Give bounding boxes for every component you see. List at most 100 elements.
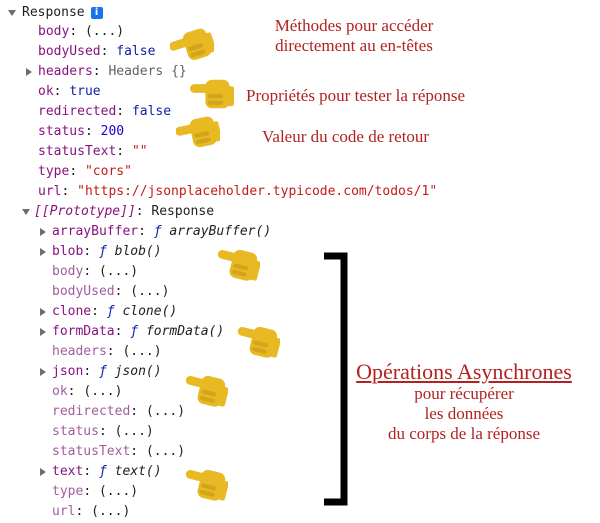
member-type[interactable]: type: (...) <box>52 482 138 502</box>
prop-value: "" <box>131 144 148 159</box>
annotation-methods-line2: directement au en-têtes <box>275 36 433 55</box>
expand-arrow-icon[interactable] <box>8 10 16 16</box>
expand-arrow-icon[interactable] <box>26 68 32 76</box>
prop-key: url <box>38 184 62 199</box>
prop-key: body <box>38 24 70 39</box>
member-redirected[interactable]: redirected: (...) <box>52 402 185 422</box>
prop-value: Headers {} <box>108 64 187 79</box>
member-url[interactable]: url: (...) <box>52 502 130 522</box>
prop-value: "https://jsonplaceholder.typicode.com/to… <box>77 184 438 199</box>
member-value: blob() <box>114 244 162 259</box>
member-value: json() <box>114 364 162 379</box>
prop-type[interactable]: type: "cors" <box>38 162 132 182</box>
member-blob[interactable]: blob: ƒ blob() <box>40 242 162 262</box>
prop-url[interactable]: url: "https://jsonplaceholder.typicode.c… <box>38 182 437 202</box>
member-value: (...) <box>145 404 186 419</box>
prop-key: status <box>38 124 85 139</box>
expand-arrow-icon[interactable] <box>22 209 30 215</box>
member-status[interactable]: status: (...) <box>52 422 154 442</box>
member-headers[interactable]: headers: (...) <box>52 342 162 362</box>
member-value: (...) <box>98 484 139 499</box>
pointing-hand-icon <box>184 466 228 502</box>
member-value: arrayBuffer() <box>169 224 272 239</box>
prop-body[interactable]: body: (...) <box>38 22 124 42</box>
member-key: status <box>52 424 99 439</box>
expand-arrow-icon[interactable] <box>40 308 46 316</box>
member-key: formData <box>52 324 115 339</box>
prototype-node[interactable]: [[Prototype]]: Response <box>22 202 214 222</box>
member-key: headers <box>52 344 107 359</box>
member-value: (...) <box>91 504 131 519</box>
function-glyph: ƒ <box>98 464 107 479</box>
member-value: (...) <box>98 264 139 279</box>
prop-key: bodyUsed <box>38 44 101 59</box>
function-glyph: ƒ <box>106 304 115 319</box>
member-key: type <box>52 484 84 499</box>
pointing-hand-icon <box>236 323 280 359</box>
annotation-methods: Méthodes pour accéder directement au en-… <box>246 16 462 56</box>
member-ok[interactable]: ok: (...) <box>52 382 122 402</box>
member-clone[interactable]: clone: ƒ clone() <box>40 302 177 322</box>
expand-arrow-icon[interactable] <box>40 248 46 256</box>
expand-arrow-icon[interactable] <box>40 228 46 236</box>
member-key: ok <box>52 384 68 399</box>
prop-redirected[interactable]: redirected: false <box>38 102 171 122</box>
member-key: arrayBuffer <box>52 224 139 239</box>
expand-arrow-icon[interactable] <box>40 368 46 376</box>
member-value: (...) <box>122 344 162 359</box>
annotation-async-title: Opérations Asynchrones <box>356 359 572 384</box>
prop-bodyUsed[interactable]: bodyUsed: false <box>38 42 155 62</box>
member-key: blob <box>52 244 84 259</box>
prop-key: statusText <box>38 144 117 159</box>
pointing-hand-icon <box>176 115 220 151</box>
member-key: statusText <box>52 444 131 459</box>
prop-statusText[interactable]: statusText: "" <box>38 142 148 162</box>
pointing-hand-icon <box>184 372 228 408</box>
member-value: (...) <box>145 444 186 459</box>
annotation-async: pour récupérer les données du corps de l… <box>374 384 554 444</box>
function-glyph: ƒ <box>153 224 162 239</box>
prop-key: headers <box>38 64 93 79</box>
prop-key: ok <box>38 84 54 99</box>
member-value: (...) <box>83 384 123 399</box>
annotation-async-line2: les données <box>424 404 504 423</box>
member-key: clone <box>52 304 92 319</box>
root-label: Response <box>22 5 85 20</box>
annotation-methods-line1: Méthodes pour accéder <box>274 16 434 35</box>
member-json[interactable]: json: ƒ json() <box>40 362 162 382</box>
annotation-status: Valeur du code de retour <box>262 127 430 146</box>
annotation-properties: Propriétés pour tester la réponse <box>246 86 466 105</box>
pointing-hand-icon <box>216 246 260 282</box>
function-glyph: ƒ <box>130 324 139 339</box>
member-formData[interactable]: formData: ƒ formData() <box>40 322 224 342</box>
prop-value: false <box>131 104 172 119</box>
member-key: json <box>52 364 84 379</box>
tree-root-response[interactable]: Response i <box>8 3 103 23</box>
prop-value: true <box>69 84 101 99</box>
prop-headers[interactable]: headers: Headers {} <box>26 62 187 82</box>
member-arrayBuffer[interactable]: arrayBuffer: ƒ arrayBuffer() <box>40 222 271 242</box>
member-statusText[interactable]: statusText: (...) <box>52 442 185 462</box>
prop-value: "cors" <box>84 164 132 179</box>
member-value: clone() <box>122 304 178 319</box>
prop-key: type <box>38 164 70 179</box>
member-key: redirected <box>52 404 131 419</box>
member-body[interactable]: body: (...) <box>52 262 138 282</box>
member-value: text() <box>114 464 162 479</box>
prototype-value: Response <box>151 204 215 219</box>
function-glyph: ƒ <box>98 364 107 379</box>
info-icon[interactable]: i <box>90 6 103 19</box>
member-key: bodyUsed <box>52 284 115 299</box>
prop-ok[interactable]: ok: true <box>38 82 101 102</box>
member-text[interactable]: text: ƒ text() <box>40 462 162 482</box>
member-key: body <box>52 264 84 279</box>
member-value: (...) <box>130 284 170 299</box>
function-glyph: ƒ <box>98 244 107 259</box>
prop-status[interactable]: status: 200 <box>38 122 124 142</box>
expand-arrow-icon[interactable] <box>40 468 46 476</box>
prop-key: redirected <box>38 104 117 119</box>
prop-value: (...) <box>84 24 125 39</box>
member-value: (...) <box>114 424 154 439</box>
member-bodyUsed[interactable]: bodyUsed: (...) <box>52 282 169 302</box>
expand-arrow-icon[interactable] <box>40 328 46 336</box>
